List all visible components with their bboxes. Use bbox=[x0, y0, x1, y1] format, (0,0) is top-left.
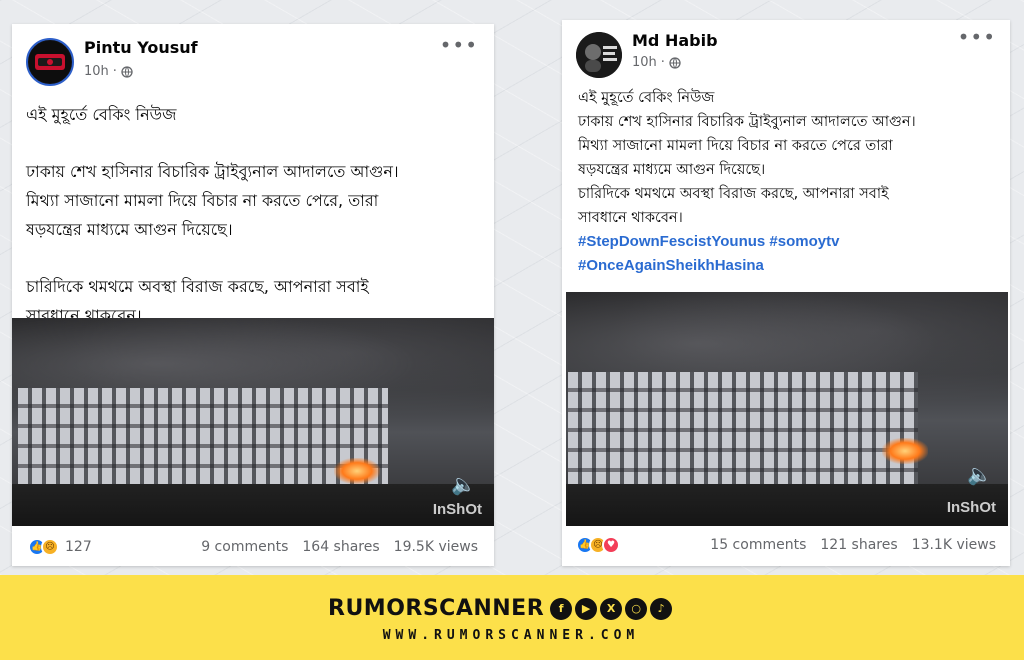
post-text: এই মুহূর্তে বেকিং নিউজ ঢাকায় শেখ হাসিনা… bbox=[578, 86, 998, 278]
video-fire bbox=[882, 438, 928, 464]
post-time[interactable]: 10h bbox=[632, 55, 657, 70]
more-options-icon[interactable]: ••• bbox=[958, 27, 996, 47]
video-ground bbox=[12, 484, 494, 526]
avatar-image-icon bbox=[29, 41, 71, 83]
comments-count[interactable]: 15 comments bbox=[710, 537, 806, 553]
post-stats: 9 comments 164 shares 19.5K views bbox=[201, 539, 478, 555]
shares-count[interactable]: 121 shares bbox=[820, 537, 897, 553]
reactions[interactable]: 👍 ☹ 127 bbox=[28, 538, 92, 556]
post-author[interactable]: Md Habib bbox=[632, 31, 718, 50]
dot-separator: · bbox=[112, 64, 117, 79]
post-footer: 👍 ☹ 127 9 comments 164 shares 19.5K view… bbox=[12, 532, 494, 562]
site-url[interactable]: WWW.RUMORSCANNER.COM bbox=[330, 628, 692, 643]
facebook-post-card: Md Habib 10h · ••• এই মুহূর্তে বেকিং নিউ… bbox=[562, 20, 1010, 566]
reactions[interactable]: 👍 ☹ ♥ bbox=[576, 536, 620, 554]
dot-separator: · bbox=[660, 55, 665, 70]
video-building bbox=[18, 388, 388, 498]
video-watermark: InShOt bbox=[946, 499, 996, 516]
avatar[interactable] bbox=[26, 38, 74, 86]
video-watermark: InShOt bbox=[432, 501, 482, 518]
volume-icon[interactable]: 🔈 bbox=[967, 462, 992, 486]
post-video[interactable]: 🔈 InShOt bbox=[12, 318, 494, 526]
hashtag-line[interactable]: #StepDownFescistYounus #somoytv bbox=[578, 230, 998, 254]
post-time[interactable]: 10h bbox=[84, 64, 109, 79]
comments-count[interactable]: 9 comments bbox=[201, 539, 288, 555]
sad-icon: ☹ bbox=[41, 538, 59, 556]
post-line: ঢাকায় শেখ হাসিনার বিচারিক ট্রাইব্যুনাল … bbox=[578, 114, 916, 130]
post-author[interactable]: Pintu Yousuf bbox=[84, 38, 198, 57]
post-meta: 10h · bbox=[84, 64, 133, 79]
youtube-icon[interactable]: ▶ bbox=[575, 597, 598, 620]
post-line: ঢাকায় শেখ হাসিনার বিচারিক ট্রাইব্যুনাল … bbox=[26, 162, 399, 181]
facebook-icon[interactable]: f bbox=[550, 597, 573, 620]
post-line: ষড়যন্ত্রের মাধ্যমে আগুন দিয়েছে। bbox=[26, 220, 233, 239]
post-line: এই মুহূর্তে বেকিং নিউজ bbox=[26, 105, 177, 124]
more-options-icon[interactable]: ••• bbox=[440, 35, 478, 55]
post-meta: 10h · bbox=[632, 55, 681, 70]
views-count: 13.1K views bbox=[911, 537, 996, 553]
post-text: এই মুহূর্তে বেকিং নিউজ ঢাকায় শেখ হাসিনা… bbox=[26, 100, 486, 330]
post-line: মিথ্যা সাজানো মামলা দিয়ে বিচার না করতে … bbox=[26, 191, 379, 210]
post-video[interactable]: 🔈 InShOt bbox=[566, 292, 1008, 526]
volume-icon[interactable]: 🔈 bbox=[451, 472, 476, 496]
post-line: এই মুহূর্তে বেকিং নিউজ bbox=[578, 90, 715, 106]
post-line: ষড়যন্ত্রের মাধ্যমে আগুন দিয়েছে। bbox=[578, 162, 766, 178]
facebook-post-card: Pintu Yousuf 10h · ••• এই মুহূর্তে বেকিং… bbox=[12, 24, 494, 566]
post-line: মিথ্যা সাজানো মামলা দিয়ে বিচার না করতে … bbox=[578, 138, 893, 154]
globe-icon bbox=[121, 65, 133, 78]
tiktok-icon[interactable]: ♪ bbox=[650, 597, 673, 620]
shares-count[interactable]: 164 shares bbox=[302, 539, 379, 555]
avatar-image-icon bbox=[576, 32, 622, 78]
hashtag-line[interactable]: #OnceAgainSheikhHasina bbox=[578, 254, 998, 278]
avatar[interactable] bbox=[576, 32, 622, 78]
reaction-count: 127 bbox=[65, 539, 92, 555]
views-count: 19.5K views bbox=[393, 539, 478, 555]
post-line: চারিদিকে থমথমে অবস্থা বিরাজ করছে, আপনারা… bbox=[26, 277, 369, 296]
instagram-icon[interactable]: ○ bbox=[625, 597, 648, 620]
post-line: চারিদিকে থমথমে অবস্থা বিরাজ করছে, আপনারা… bbox=[578, 186, 889, 202]
video-fire bbox=[334, 458, 380, 484]
x-icon[interactable]: X bbox=[600, 597, 623, 620]
love-icon: ♥ bbox=[602, 536, 620, 554]
brand-row: RUMORSCANNER f ▶ X ○ ♪ bbox=[328, 596, 673, 621]
post-footer: 👍 ☹ ♥ 15 comments 121 shares 13.1K views bbox=[562, 530, 1010, 560]
globe-icon bbox=[669, 56, 681, 69]
post-stats: 15 comments 121 shares 13.1K views bbox=[710, 537, 996, 553]
post-line: সাবধানে থাকবেন। bbox=[578, 210, 683, 226]
video-building bbox=[568, 372, 918, 487]
video-ground bbox=[566, 484, 1008, 526]
social-icons: f ▶ X ○ ♪ bbox=[550, 597, 673, 620]
brand-name: RUMORSCANNER bbox=[328, 596, 545, 621]
